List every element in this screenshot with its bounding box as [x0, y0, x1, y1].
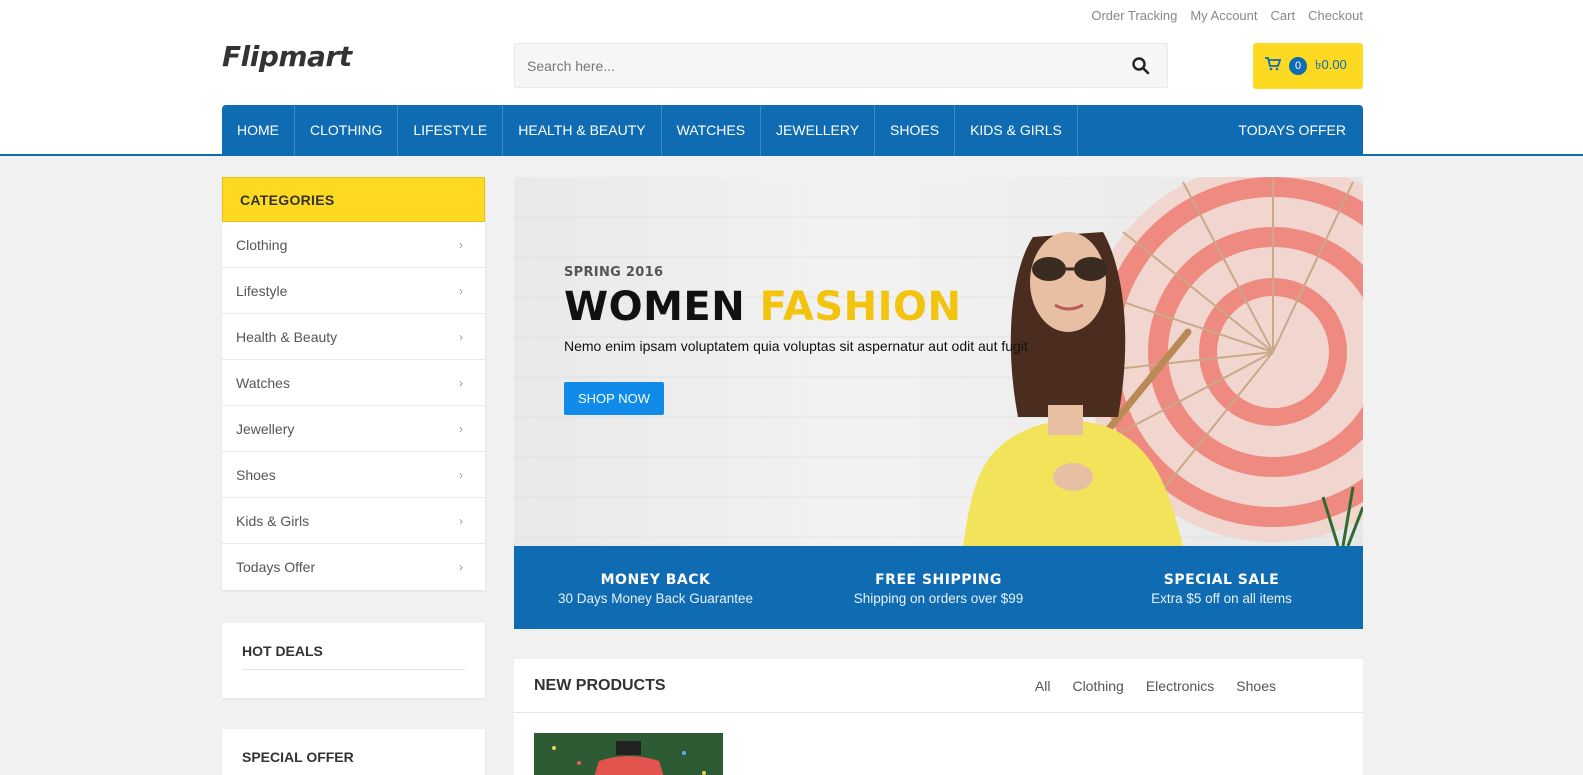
shop-now-button[interactable]: SHOP NOW — [564, 382, 664, 415]
search-input[interactable] — [515, 44, 1075, 87]
nav-watches[interactable]: WATCHES — [662, 105, 762, 156]
hero-description: Nemo enim ipsam voluptatem quia voluptas… — [564, 338, 1028, 354]
feature-description: Extra $5 off on all items — [1151, 591, 1292, 606]
hero-title: WOMEN FASHION — [564, 284, 1028, 330]
category-label: Lifestyle — [236, 282, 288, 299]
search-bar — [514, 43, 1168, 88]
top-links: Order Tracking My Account Cart Checkout — [1091, 8, 1363, 23]
feature-description: 30 Days Money Back Guarantee — [557, 591, 754, 606]
chevron-right-icon: › — [459, 560, 463, 574]
cart-count-badge: 0 — [1289, 57, 1307, 75]
category-label: Shoes — [236, 466, 276, 483]
site-logo[interactable]: Flipmart — [222, 40, 352, 73]
tab-shoes[interactable]: Shoes — [1236, 678, 1276, 694]
nav-jewellery[interactable]: JEWELLERY — [761, 105, 876, 156]
feature-free-shipping: FREE SHIPPING Shipping on orders over $9… — [797, 546, 1080, 629]
new-products-section: NEW PRODUCTS All Clothing Electronics Sh… — [514, 659, 1363, 775]
category-label: Kids & Girls — [236, 512, 310, 529]
tab-electronics[interactable]: Electronics — [1146, 678, 1214, 694]
feature-description: Shipping on orders over $99 — [853, 591, 1024, 606]
nav-clothing[interactable]: CLOTHING — [295, 105, 399, 156]
new-products-header: NEW PRODUCTS All Clothing Electronics Sh… — [514, 659, 1363, 713]
feature-special-sale: SPECIAL SALE Extra $5 off on all items — [1080, 546, 1363, 629]
hero-title-accent: FASHION — [759, 284, 962, 330]
category-item-kids-girls[interactable]: Kids & Girls › — [222, 498, 485, 544]
my-account-link[interactable]: My Account — [1190, 8, 1257, 23]
tab-all[interactable]: All — [1035, 678, 1051, 694]
category-label: Health & Beauty — [236, 328, 338, 345]
feature-title: SPECIAL SALE — [1163, 572, 1280, 588]
chevron-right-icon: › — [459, 421, 463, 436]
cart-link[interactable]: Cart — [1271, 8, 1296, 23]
chevron-right-icon: › — [459, 237, 463, 252]
category-item-todays-offer[interactable]: Todays Offer › — [222, 544, 485, 590]
cart-button[interactable]: 0 ৳0.00 — [1253, 43, 1363, 89]
hot-deals-title: HOT DEALS — [242, 643, 465, 670]
categories-title: CATEGORIES — [222, 177, 485, 222]
nav-shoes[interactable]: SHOES — [875, 105, 956, 156]
main-nav: HOME CLOTHING LIFESTYLE HEALTH & BEAUTY … — [222, 105, 1363, 156]
product-image[interactable] — [534, 733, 723, 775]
nav-kids-girls[interactable]: KIDS & GIRLS — [955, 105, 1078, 156]
hero-banner: SPRING 2016 WOMEN FASHION Nemo enim ipsa… — [514, 177, 1363, 546]
hot-deals-panel: HOT DEALS — [222, 623, 485, 698]
chevron-right-icon: › — [459, 513, 463, 528]
feature-title: FREE SHIPPING — [875, 572, 1002, 588]
features-bar: MONEY BACK 30 Days Money Back Guarantee … — [514, 546, 1363, 629]
order-tracking-link[interactable]: Order Tracking — [1091, 8, 1177, 23]
special-offer-title: SPECIAL OFFER — [242, 749, 465, 775]
feature-title: MONEY BACK — [600, 572, 711, 588]
nav-lifestyle[interactable]: LIFESTYLE — [398, 105, 504, 156]
category-label: Watches — [236, 374, 290, 391]
chevron-right-icon: › — [459, 375, 463, 390]
cart-total: ৳0.00 — [1315, 56, 1347, 72]
product-filter-tabs: All Clothing Electronics Shoes — [1035, 678, 1276, 694]
nav-home[interactable]: HOME — [222, 105, 295, 156]
nav-todays-offer[interactable]: TODAYS OFFER — [1223, 105, 1363, 156]
site-header: Order Tracking My Account Cart Checkout … — [0, 0, 1583, 156]
chevron-right-icon: › — [459, 467, 463, 482]
new-products-title: NEW PRODUCTS — [534, 676, 666, 694]
search-icon[interactable] — [1131, 56, 1151, 76]
category-label: Jewellery — [236, 420, 295, 437]
chevron-right-icon: › — [459, 329, 463, 344]
hero-text-block: SPRING 2016 WOMEN FASHION Nemo enim ipsa… — [564, 265, 1028, 415]
hero-subtitle: SPRING 2016 — [564, 265, 664, 280]
checkout-link[interactable]: Checkout — [1308, 8, 1363, 23]
category-item-clothing[interactable]: Clothing › — [222, 222, 485, 268]
category-item-health-beauty[interactable]: Health & Beauty › — [222, 314, 485, 360]
categories-panel: CATEGORIES Clothing › Lifestyle › Health &… — [222, 177, 485, 590]
chevron-right-icon: › — [459, 283, 463, 298]
nav-health-beauty[interactable]: HEALTH & BEAUTY — [503, 105, 662, 156]
special-offer-panel: SPECIAL OFFER — [222, 729, 485, 775]
tab-clothing[interactable]: Clothing — [1072, 678, 1123, 694]
category-label: Todays Offer — [236, 559, 316, 575]
category-item-watches[interactable]: Watches › — [222, 360, 485, 406]
category-item-jewellery[interactable]: Jewellery › — [222, 406, 485, 452]
cart-icon — [1265, 56, 1282, 76]
hero-title-main: WOMEN — [564, 284, 746, 330]
feature-money-back: MONEY BACK 30 Days Money Back Guarantee — [514, 546, 797, 629]
category-item-lifestyle[interactable]: Lifestyle › — [222, 268, 485, 314]
category-label: Clothing — [236, 236, 288, 253]
category-item-shoes[interactable]: Shoes › — [222, 452, 485, 498]
